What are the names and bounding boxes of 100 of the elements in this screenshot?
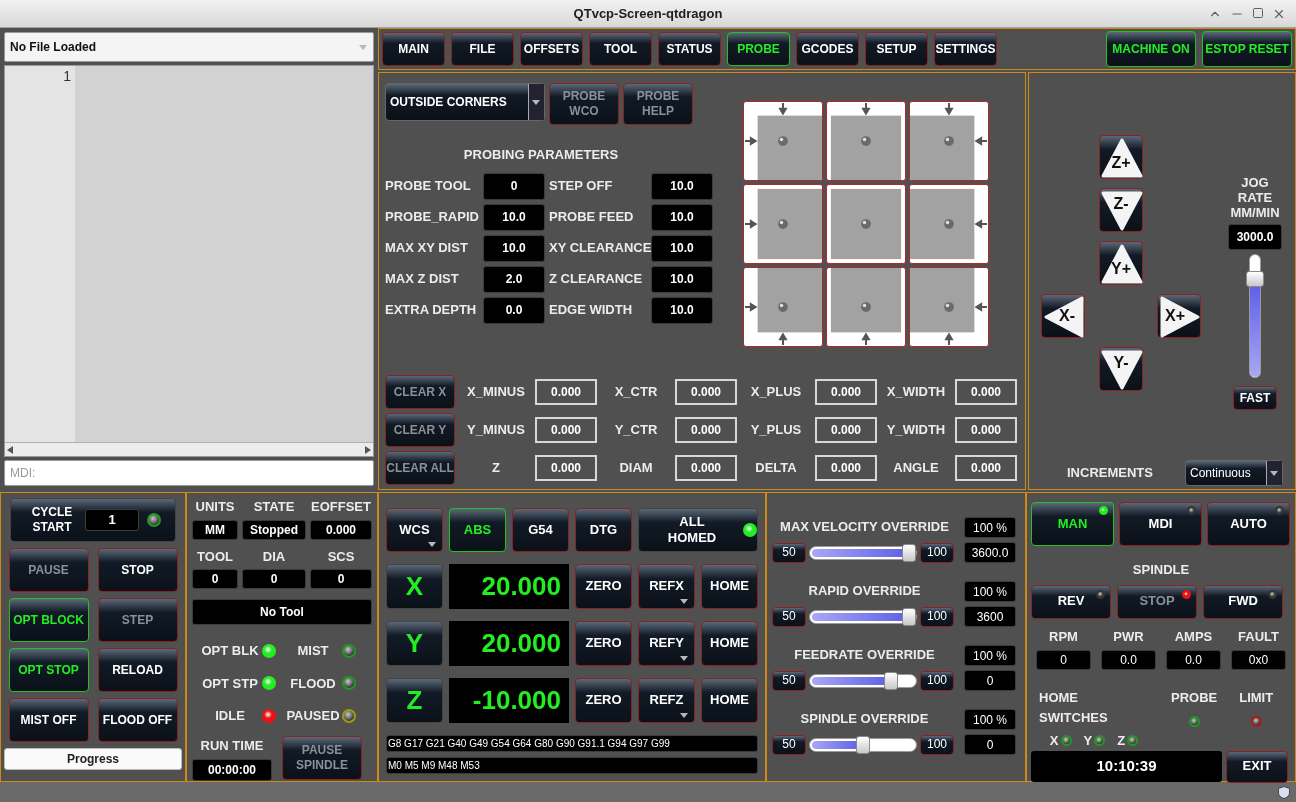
param-field[interactable]: 0 <box>483 172 545 200</box>
caret-icon <box>428 542 436 547</box>
button[interactable]: REV <box>1031 584 1111 619</box>
increments-dropdown[interactable]: Continuous <box>1185 460 1283 486</box>
file-dropdown[interactable]: No File Loaded <box>4 32 374 62</box>
tab[interactable]: OFFSETS <box>520 32 583 66</box>
button[interactable]: REFX <box>638 564 695 609</box>
mode-button[interactable]: AUTO <box>1207 502 1290 546</box>
button[interactable]: FWD <box>1203 584 1283 619</box>
cycle-count: 1 <box>85 509 139 531</box>
button[interactable]: HOME <box>701 678 758 723</box>
max-button[interactable]: 100 <box>920 542 954 563</box>
scroll-left-icon[interactable] <box>7 445 13 454</box>
param-field[interactable]: 10.0 <box>651 296 713 324</box>
slider[interactable] <box>809 673 917 688</box>
jog-button[interactable]: Z+ <box>1099 135 1143 179</box>
button[interactable]: ZERO <box>575 564 632 609</box>
button[interactable]: REFZ <box>638 678 695 723</box>
param-field[interactable]: 10.0 <box>651 203 713 231</box>
button[interactable]: OPT STOP <box>8 648 89 692</box>
button[interactable]: ABS <box>449 508 506 552</box>
probe-position-button[interactable] <box>826 101 906 181</box>
min-button[interactable]: 50 <box>772 734 806 755</box>
field-label: TOOL <box>196 547 234 566</box>
button[interactable]: DTG <box>575 508 632 552</box>
max-button[interactable]: 100 <box>920 734 954 755</box>
tab[interactable]: MAIN <box>382 32 445 66</box>
tab[interactable]: TOOL <box>589 32 652 66</box>
param-field[interactable]: 10.0 <box>651 234 713 262</box>
axis-button[interactable]: Y <box>386 621 443 666</box>
button[interactable]: RELOAD <box>97 648 178 692</box>
all-homed-button[interactable]: ALL HOMED <box>638 508 758 552</box>
slider-thumb[interactable] <box>1246 271 1264 288</box>
button[interactable]: STOP <box>97 548 178 592</box>
button[interactable]: MACHINE ON <box>1106 31 1196 67</box>
min-button[interactable]: 50 <box>772 670 806 691</box>
button[interactable]: HOME <box>701 621 758 666</box>
close-icon[interactable] <box>1272 7 1286 21</box>
axis-button[interactable]: X <box>386 564 443 609</box>
min-button[interactable]: 50 <box>772 542 806 563</box>
probe-position-button[interactable] <box>826 267 906 347</box>
maximize-icon[interactable] <box>1252 7 1264 19</box>
param-field[interactable]: 10.0 <box>651 265 713 293</box>
indicator-label: PAUSED <box>285 707 341 725</box>
max-button[interactable]: 100 <box>920 670 954 691</box>
slider-thumb[interactable] <box>902 607 916 626</box>
button[interactable]: WCS <box>386 508 443 552</box>
fast-button[interactable]: FAST <box>1233 386 1277 410</box>
button[interactable]: HOME <box>701 564 758 609</box>
horizontal-scrollbar[interactable] <box>5 442 373 456</box>
mode-button[interactable]: MDI <box>1119 502 1202 546</box>
button[interactable]: FLOOD OFF <box>97 698 178 742</box>
probe-position-button[interactable] <box>743 267 823 347</box>
tab[interactable]: GCODES <box>796 32 859 66</box>
param-field[interactable]: 10.0 <box>483 234 545 262</box>
button[interactable]: REFY <box>638 621 695 666</box>
readout-value: 0x0 <box>1231 650 1286 670</box>
param-field[interactable]: 10.0 <box>483 203 545 231</box>
triangle-icon <box>1100 242 1144 286</box>
tab[interactable]: FILE <box>451 32 514 66</box>
button[interactable]: ZERO <box>575 678 632 723</box>
button[interactable]: ESTOP RESET <box>1202 31 1292 67</box>
override-percent: 100 % <box>964 645 1016 666</box>
jog-rate-slider[interactable] <box>1249 254 1261 378</box>
min-button[interactable]: 50 <box>772 606 806 627</box>
mdi-field[interactable]: MDI: <box>4 460 374 486</box>
jog-button[interactable]: Z- <box>1099 188 1143 232</box>
slider-thumb[interactable] <box>856 735 870 754</box>
probe-mode-dropdown[interactable]: OUTSIDE CORNERS <box>385 83 545 121</box>
slider[interactable] <box>809 737 917 752</box>
probe-position-button[interactable] <box>909 101 989 181</box>
button[interactable]: ZERO <box>575 621 632 666</box>
jog-button[interactable]: Y- <box>1099 347 1143 391</box>
slider-thumb[interactable] <box>883 671 898 690</box>
jog-button[interactable]: X+ <box>1157 294 1201 338</box>
mode-button[interactable]: MAN <box>1031 502 1114 546</box>
probe-position-button[interactable] <box>743 101 823 181</box>
button[interactable]: MIST OFF <box>8 698 89 742</box>
cycle-start-button[interactable]: CYCLE START 1 <box>10 498 176 542</box>
button[interactable]: G54 <box>512 508 569 552</box>
probe-position-button[interactable] <box>909 267 989 347</box>
max-button[interactable]: 100 <box>920 606 954 627</box>
tab[interactable]: PROBE <box>727 32 790 66</box>
result-label: Y_WIDTH <box>885 421 947 440</box>
probe-position-button[interactable] <box>826 184 906 264</box>
tab[interactable]: SETUP <box>865 32 928 66</box>
slider-thumb[interactable] <box>902 543 916 562</box>
axis-button[interactable]: Z <box>386 678 443 723</box>
button[interactable]: OPT BLOCK <box>8 598 89 642</box>
jog-button[interactable]: X- <box>1041 294 1085 338</box>
probe-position-button[interactable] <box>909 184 989 264</box>
exit-button[interactable]: EXIT <box>1226 750 1288 783</box>
jog-button[interactable]: Y+ <box>1099 241 1143 285</box>
scroll-right-icon[interactable] <box>365 445 371 454</box>
tab[interactable]: SETTINGS <box>934 32 997 66</box>
probe-position-button[interactable] <box>743 184 823 264</box>
param-field[interactable]: 0.0 <box>483 296 545 324</box>
tab[interactable]: STATUS <box>658 32 721 66</box>
param-field[interactable]: 10.0 <box>651 172 713 200</box>
param-field[interactable]: 2.0 <box>483 265 545 293</box>
